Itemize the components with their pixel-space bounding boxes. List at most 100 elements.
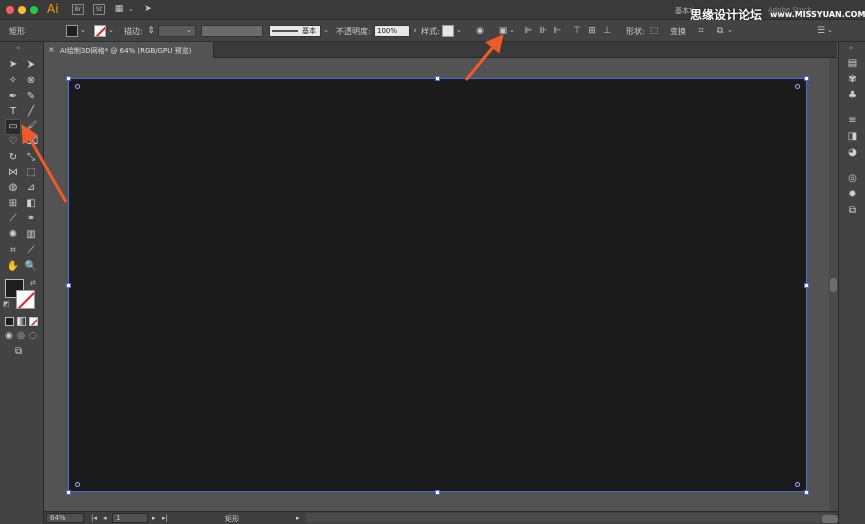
- magic-wand-icon[interactable]: ✧: [6, 74, 20, 88]
- chevron-down-icon[interactable]: ⌄: [108, 26, 114, 34]
- slice-icon[interactable]: ⟋: [24, 244, 38, 258]
- opacity-field[interactable]: 100%: [374, 25, 410, 37]
- corner-widget-top-right[interactable]: [795, 84, 800, 89]
- hand-icon[interactable]: ✋: [6, 260, 20, 274]
- chevron-right-icon[interactable]: ›: [409, 25, 421, 37]
- stroke-panel-icon[interactable]: ≡: [846, 114, 859, 127]
- transparency-panel-icon[interactable]: ◕: [846, 146, 859, 159]
- handle-bottom-right[interactable]: [804, 490, 809, 495]
- stroke-swatch[interactable]: [94, 25, 106, 37]
- align-to-icon[interactable]: ▣: [497, 25, 509, 37]
- chevron-down-icon[interactable]: ⌄: [456, 26, 462, 34]
- last-artboard-icon[interactable]: ▸|: [162, 514, 168, 522]
- artboard-rectangle[interactable]: [68, 78, 807, 492]
- rectangle-tool-icon[interactable]: ▭: [5, 119, 21, 135]
- stock-button[interactable]: St: [93, 4, 105, 15]
- handle-top-center[interactable]: [435, 76, 440, 81]
- shaper-icon[interactable]: ♡: [6, 135, 20, 149]
- scale-icon[interactable]: ⤡: [24, 151, 38, 165]
- free-transform-icon[interactable]: ⬚: [24, 166, 38, 180]
- first-artboard-icon[interactable]: |◂: [91, 514, 97, 522]
- panel-menu-icon[interactable]: ☰: [815, 25, 827, 37]
- eyedropper-icon[interactable]: ⟋: [6, 212, 20, 226]
- horizontal-scrollbar[interactable]: [306, 513, 838, 523]
- chevron-down-icon[interactable]: ⌄: [323, 26, 329, 34]
- eraser-icon[interactable]: ⌫: [24, 135, 38, 149]
- gradient-mode-icon[interactable]: [17, 317, 26, 326]
- perspective-grid-icon[interactable]: ⊿: [24, 181, 38, 195]
- align-vertical-center-icon[interactable]: ⊞: [586, 25, 598, 37]
- brush-definition-field[interactable]: 基本: [269, 25, 321, 37]
- column-graph-icon[interactable]: ▥: [24, 228, 38, 242]
- zoom-window-button[interactable]: [30, 6, 38, 14]
- corner-widget-bottom-left[interactable]: [75, 482, 80, 487]
- select-similar-icon[interactable]: ⧉: [714, 25, 726, 37]
- paintbrush-icon[interactable]: 🖌: [24, 120, 38, 134]
- canvas-area[interactable]: [44, 58, 829, 511]
- libraries-icon[interactable]: ▤: [846, 57, 859, 70]
- vertical-scroll-thumb[interactable]: [830, 278, 837, 292]
- chevron-down-icon[interactable]: ⌄: [509, 26, 515, 34]
- bridge-button[interactable]: Br: [72, 4, 84, 15]
- variable-width-field[interactable]: [201, 25, 263, 37]
- artboard-number-field[interactable]: 1: [112, 513, 148, 523]
- handle-top-right[interactable]: [804, 76, 809, 81]
- corner-widget-top-left[interactable]: [75, 84, 80, 89]
- gradient-panel-icon[interactable]: ◨: [846, 130, 859, 143]
- chevron-down-icon[interactable]: ⌄: [827, 26, 833, 34]
- shape-builder-icon[interactable]: ◍: [6, 181, 20, 195]
- graphic-style-swatch[interactable]: [442, 25, 454, 37]
- recolor-artwork-icon[interactable]: ◉: [474, 25, 486, 37]
- minimize-window-button[interactable]: [18, 6, 26, 14]
- close-window-button[interactable]: [6, 6, 14, 14]
- isolate-icon[interactable]: ⌗: [695, 25, 707, 37]
- zoom-field[interactable]: 64%: [46, 513, 84, 523]
- brushes-icon[interactable]: ♣: [846, 89, 859, 102]
- align-left-icon[interactable]: ⊫: [522, 25, 534, 37]
- direct-selection-icon[interactable]: ⮞: [24, 58, 38, 72]
- default-colors-icon[interactable]: ◩: [3, 300, 10, 308]
- stroke-color-box[interactable]: [16, 290, 35, 309]
- vertical-scrollbar[interactable]: [829, 58, 838, 511]
- appearance-panel-icon[interactable]: ◎: [846, 172, 859, 185]
- corner-widget-bottom-right[interactable]: [795, 482, 800, 487]
- arrange-documents-icon[interactable]: ▦: [113, 3, 125, 15]
- collapse-icon[interactable]: «: [16, 44, 20, 52]
- align-bottom-icon[interactable]: ⊥: [601, 25, 613, 37]
- send-icon[interactable]: ➤: [142, 3, 154, 15]
- fill-swatch[interactable]: [66, 25, 78, 37]
- rotate-icon[interactable]: ↻: [6, 151, 20, 165]
- close-tab-icon[interactable]: ×: [48, 45, 55, 54]
- gradient-icon[interactable]: ◧: [24, 197, 38, 211]
- symbol-sprayer-icon[interactable]: ✺: [6, 228, 20, 242]
- artboards-panel-icon[interactable]: ⧉: [846, 204, 859, 217]
- stroke-stepper-icon[interactable]: ⇕: [145, 25, 157, 37]
- swap-colors-icon[interactable]: ⇄: [30, 279, 36, 287]
- status-menu-icon[interactable]: ▸: [296, 514, 300, 522]
- align-right-icon[interactable]: ⊩: [551, 25, 563, 37]
- width-tool-icon[interactable]: ⋈: [6, 166, 20, 180]
- symbols-icon[interactable]: ✾: [846, 73, 859, 86]
- handle-bottom-center[interactable]: [435, 490, 440, 495]
- draw-inside-icon[interactable]: ◌: [29, 331, 37, 341]
- curvature-icon[interactable]: ✎: [24, 90, 38, 104]
- draw-behind-icon[interactable]: ◎: [17, 331, 25, 341]
- chevron-down-icon[interactable]: ⌄: [128, 5, 134, 13]
- draw-normal-icon[interactable]: ◉: [5, 331, 13, 341]
- type-tool-icon[interactable]: T: [6, 105, 20, 119]
- zoom-icon[interactable]: 🔍: [24, 260, 38, 274]
- screen-mode-icon[interactable]: ⧉: [15, 346, 22, 357]
- handle-middle-left[interactable]: [66, 283, 71, 288]
- none-mode-icon[interactable]: [29, 317, 38, 326]
- handle-middle-right[interactable]: [804, 283, 809, 288]
- expand-panels-icon[interactable]: »: [849, 44, 853, 52]
- next-artboard-icon[interactable]: ▸: [152, 514, 156, 522]
- artboard-tool-icon[interactable]: ⌗: [6, 244, 20, 258]
- handle-top-left[interactable]: [66, 76, 71, 81]
- transform-button[interactable]: 变换: [670, 26, 686, 37]
- horizontal-scroll-thumb[interactable]: [822, 515, 838, 523]
- color-mode-icon[interactable]: [5, 317, 14, 326]
- shape-properties-icon[interactable]: ⬚: [648, 25, 660, 37]
- handle-bottom-left[interactable]: [66, 490, 71, 495]
- chevron-down-icon[interactable]: ⌄: [80, 26, 86, 34]
